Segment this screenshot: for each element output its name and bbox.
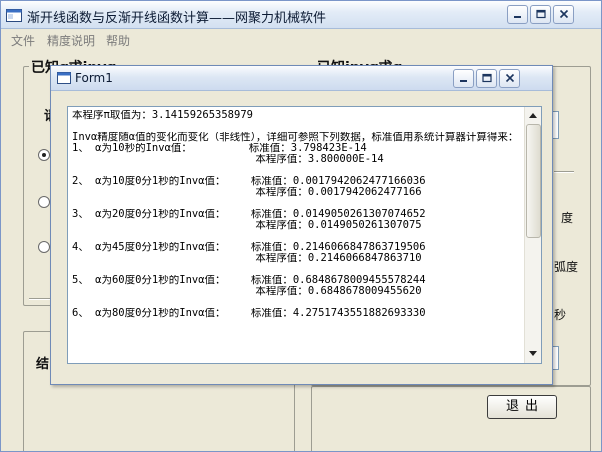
- text-line: 2、 α为10度0分1秒的Invα值： 标准值：0.00179420624771…: [72, 176, 426, 187]
- text-line: [72, 121, 520, 132]
- text-line: [72, 297, 520, 308]
- vertical-scrollbar[interactable]: [524, 107, 541, 363]
- right-divider: [554, 171, 574, 173]
- form1-title: Form1: [75, 71, 113, 85]
- exit-button[interactable]: 退出: [487, 395, 557, 419]
- form1-maximize-button[interactable]: [476, 69, 497, 88]
- maximize-icon: [536, 9, 546, 19]
- text-line: 本程序值：0.214606684786371​0: [72, 253, 422, 264]
- main-maximize-button[interactable]: [530, 5, 551, 24]
- close-icon: [559, 9, 569, 19]
- text-line: 5、 α为60度0分1秒的Invα值： 标准值：0.68486780094555…: [72, 275, 426, 286]
- form1-close-button[interactable]: [499, 69, 520, 88]
- text-line: 本程序值：3.800000E-14: [72, 154, 384, 165]
- form1-dialog: Form1 本程序π取值为：3.14159265358979 Invα精度随α值…: [50, 65, 553, 385]
- form1-minimize-button[interactable]: [453, 69, 474, 88]
- text-line: [72, 264, 520, 275]
- scroll-thumb[interactable]: [526, 124, 541, 238]
- form-window-icon: [57, 72, 71, 84]
- menu-file[interactable]: 文件: [11, 32, 35, 49]
- menu-bar: 文件 精度说明 帮助: [1, 30, 601, 50]
- text-line: [72, 198, 520, 209]
- main-close-button[interactable]: [553, 5, 574, 24]
- maximize-icon: [482, 73, 492, 83]
- text-line: 4、 α为45度0分1秒的Invα值： 标准值：0.21460668478637…: [72, 242, 426, 253]
- text-line: 本程序值：0.014905026130707​5: [72, 220, 422, 231]
- form1-title-bar[interactable]: Form1: [51, 66, 552, 91]
- radio-option-3[interactable]: [38, 241, 50, 253]
- scroll-up-arrow-icon: [529, 113, 537, 118]
- minimize-icon: [460, 80, 467, 82]
- app-title: 渐开线函数与反渐开线函数计算——网聚力机械软件: [27, 11, 327, 26]
- app-window-icon: [6, 7, 22, 22]
- scroll-up-button[interactable]: [525, 107, 541, 124]
- text-line: [72, 165, 520, 176]
- minimize-icon: [514, 16, 521, 18]
- main-title-bar[interactable]: 渐开线函数与反渐开线函数计算——网聚力机械软件: [1, 1, 601, 29]
- menu-help[interactable]: 帮助: [106, 32, 130, 49]
- radio-option-1[interactable]: [38, 149, 50, 161]
- text-line: 1、 α为10秒的Invα值： 标准值：3.798423E-14: [72, 143, 367, 154]
- scroll-down-button[interactable]: [525, 346, 541, 363]
- unit-degree-label: 度: [561, 211, 574, 225]
- unit-second-label: 秒: [554, 308, 567, 322]
- text-line: [72, 231, 520, 242]
- main-minimize-button[interactable]: [507, 5, 528, 24]
- text-line: 本程序值：0.0017942062477166: [72, 187, 422, 198]
- text-line: 本程序值：0.6848678009455620: [72, 286, 422, 297]
- scroll-down-arrow-icon: [529, 351, 537, 356]
- precision-text-area[interactable]: 本程序π取值为：3.14159265358979 Invα精度随α值的变化而变化…: [67, 106, 542, 364]
- close-icon: [505, 73, 515, 83]
- text-line: 3、 α为20度0分1秒的Invα值： 标准值：0.01490502613070…: [72, 209, 426, 220]
- radio-option-2[interactable]: [38, 196, 50, 208]
- menu-precision-notes[interactable]: 精度说明: [47, 32, 95, 49]
- text-line: Invα精度随α值的变化而变化（非线性），详细可参照下列数据，标准值用系统计算器…: [72, 132, 519, 143]
- left-divider: [29, 298, 51, 300]
- precision-text-content: 本程序π取值为：3.14159265358979 Invα精度随α值的变化而变化…: [72, 110, 520, 319]
- text-line: 6、 α为80度0分1秒的Invα值： 标准值：4.27517435518826…: [72, 308, 426, 319]
- text-line: 本程序π取值为：3.14159265358979: [72, 110, 253, 121]
- unit-radian-label: 弧度: [554, 260, 579, 274]
